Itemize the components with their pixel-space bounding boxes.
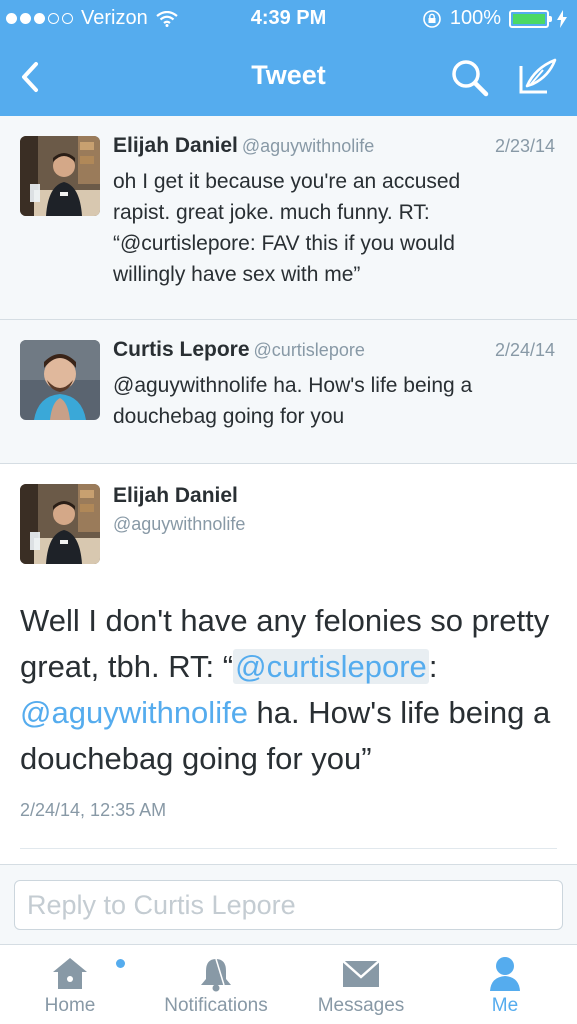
tweet-text: :	[428, 649, 438, 684]
tweet-body: Well I don't have any felonies so pretty…	[20, 598, 565, 782]
conversation-tweet[interactable]: Elijah Daniel @aguywithnolife 2/23/14 oh …	[0, 116, 577, 320]
tab-home[interactable]: Home	[20, 945, 125, 1024]
avatar[interactable]	[20, 340, 100, 420]
author-name: Elijah Daniel	[113, 134, 238, 157]
battery-percent: 100%	[449, 7, 501, 29]
status-right: 100%	[422, 7, 567, 30]
tab-notifications[interactable]: Notifications	[150, 945, 282, 1024]
compose-tweet-icon[interactable]	[515, 54, 559, 98]
tab-bar: Home Notifications Messages Me	[0, 944, 577, 1024]
mention-link[interactable]: @curtislepore	[233, 649, 429, 684]
reply-input[interactable]	[14, 880, 563, 930]
author-handle[interactable]: @aguywithnolife	[113, 514, 245, 535]
unread-dot	[116, 959, 125, 968]
tweet-timestamp: 2/24/14, 12:35 AM	[20, 800, 167, 820]
person-icon	[490, 957, 520, 991]
nav-bar: Tweet	[0, 38, 577, 116]
battery-icon	[509, 9, 552, 28]
tab-messages[interactable]: Messages	[305, 945, 417, 1024]
avatar[interactable]	[20, 484, 100, 564]
tweet-text: oh I get it because you're an accused ra…	[113, 170, 461, 286]
tab-label: Notifications	[164, 995, 268, 1016]
envelope-icon	[342, 960, 380, 987]
home-icon	[53, 958, 87, 989]
avatar[interactable]	[20, 136, 100, 216]
author-handle: @curtislepore	[253, 340, 365, 360]
author-name[interactable]: Elijah Daniel	[113, 484, 238, 508]
divider	[20, 848, 557, 849]
status-bar: Verizon 4:39 PM 100%	[0, 0, 577, 38]
orientation-lock-icon	[423, 9, 441, 28]
tab-label: Home	[44, 995, 96, 1016]
tweet-date: 2/24/14	[494, 340, 555, 360]
tweet-author[interactable]: Elijah Daniel @aguywithnolife	[113, 134, 374, 158]
author-handle: @aguywithnolife	[241, 136, 375, 156]
bell-icon	[201, 958, 231, 992]
tab-label: Messages	[317, 995, 405, 1016]
mention-link[interactable]: @aguywithnolife	[20, 695, 248, 730]
conversation-tweet[interactable]: Curtis Lepore @curtislepore 2/24/14 @aguy…	[0, 320, 577, 464]
tab-label: Me	[491, 995, 519, 1016]
tweet-date: 2/23/14	[494, 136, 555, 156]
charging-icon	[557, 9, 567, 28]
header: Verizon 4:39 PM 100% Tweet	[0, 0, 577, 116]
tweet-author[interactable]: Curtis Lepore @curtislepore	[113, 338, 365, 362]
tab-me[interactable]: Me	[460, 945, 550, 1024]
conversation-context: Elijah Daniel @aguywithnolife 2/23/14 oh …	[0, 116, 577, 464]
reply-bar	[0, 864, 577, 944]
author-name: Curtis Lepore	[113, 338, 250, 361]
search-icon[interactable]	[448, 56, 492, 100]
tweet-text: @aguywithnolife ha. How's life being a d…	[113, 374, 473, 428]
focused-tweet: Elijah Daniel @aguywithnolife Well I don…	[0, 464, 577, 864]
